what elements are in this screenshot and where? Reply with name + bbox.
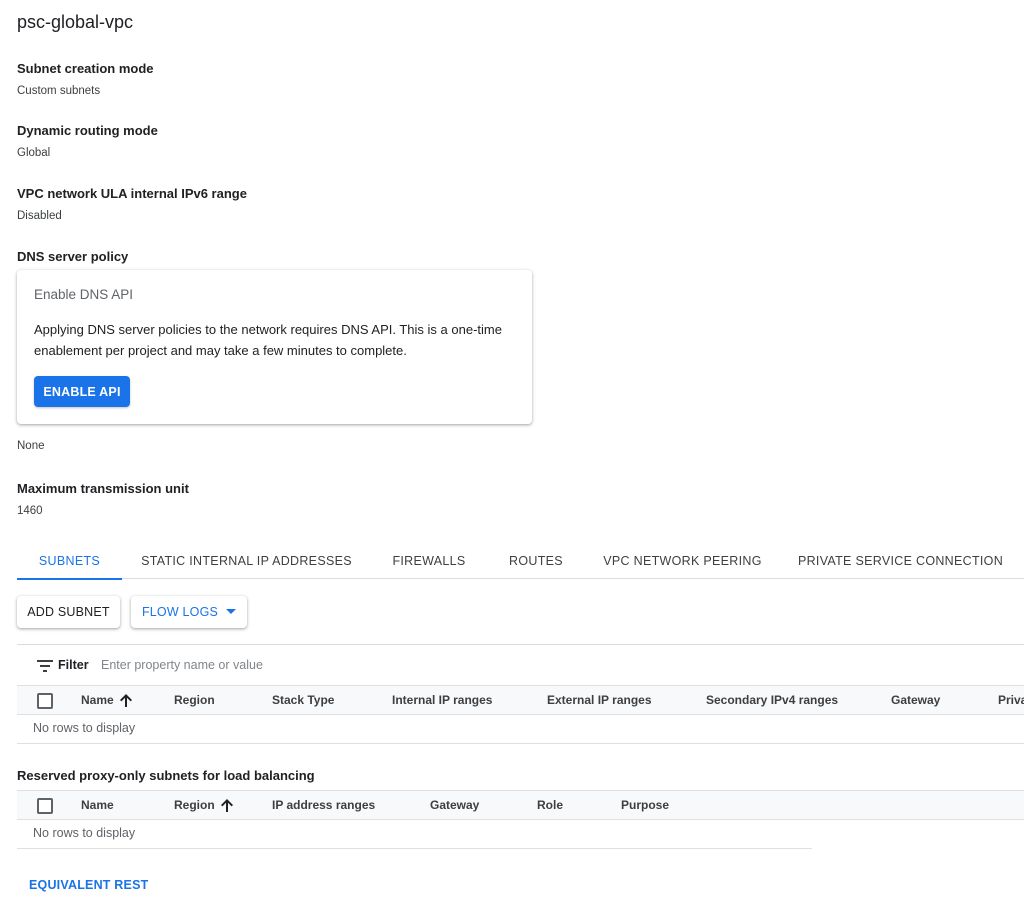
ula-ipv6-value: Disabled: [17, 210, 62, 222]
filter-lines-icon: [37, 660, 53, 672]
network-tabs: SUBNETS STATIC INTERNAL IP ADDRESSES FIR…: [17, 543, 1024, 580]
subnets-empty-row: No rows to display: [17, 714, 1024, 744]
enable-api-button[interactable]: ENABLE API: [34, 376, 130, 407]
tab-static-internal-ip-addresses[interactable]: STATIC INTERNAL IP ADDRESSES: [134, 543, 359, 579]
column-external-ip-ranges[interactable]: External IP ranges: [547, 686, 652, 714]
arrow-up-icon: [220, 798, 233, 812]
proxy-column-ip-address-ranges[interactable]: IP address ranges: [272, 791, 375, 819]
column-name-label: Name: [81, 693, 114, 707]
filter-bar: Filter: [17, 644, 1024, 686]
tab-subnets[interactable]: SUBNETS: [17, 543, 122, 580]
mtu-label: Maximum transmission unit: [17, 481, 189, 496]
proxy-column-name[interactable]: Name: [81, 791, 114, 819]
column-stack-type[interactable]: Stack Type: [272, 686, 334, 714]
subnet-mode-label: Subnet creation mode: [17, 61, 154, 76]
ula-ipv6-label: VPC network ULA internal IPv6 range: [17, 186, 247, 201]
page-title: psc-global-vpc: [17, 12, 134, 32]
select-all-checkbox[interactable]: [37, 693, 53, 709]
proxy-column-role[interactable]: Role: [537, 791, 563, 819]
filter-input[interactable]: [101, 654, 501, 676]
tab-firewalls[interactable]: FIREWALLS: [377, 543, 481, 579]
filter-label: Filter: [58, 658, 89, 672]
vpc-network-details-page: psc-global-vpc Subnet creation mode Cust…: [0, 0, 1024, 900]
subnet-mode-value: Custom subnets: [17, 85, 101, 97]
column-secondary-ipv4-ranges[interactable]: Secondary IPv4 ranges: [706, 686, 838, 714]
enable-dns-api-card: Enable DNS API Applying DNS server polic…: [17, 270, 532, 424]
tab-private-service-connection[interactable]: PRIVATE SERVICE CONNECTION: [788, 543, 1013, 579]
dns-policy-value: None: [17, 440, 45, 452]
column-name[interactable]: Name: [81, 686, 132, 714]
arrow-up-icon: [119, 693, 132, 707]
add-subnet-button[interactable]: ADD SUBNET: [17, 596, 120, 628]
subnets-table-header: Name Region Stack Type Internal IP range…: [17, 685, 1024, 715]
routing-mode-value: Global: [17, 147, 51, 159]
proxy-table-header: Name Region IP address ranges Gateway Ro…: [17, 790, 1024, 820]
proxy-empty-text: No rows to display: [33, 826, 136, 840]
subnet-mode-field: Subnet creation mode Custom subnets: [17, 61, 154, 97]
column-region[interactable]: Region: [174, 686, 215, 714]
column-gateway[interactable]: Gateway: [891, 686, 940, 714]
proxy-column-region-label: Region: [174, 798, 215, 812]
proxy-column-gateway[interactable]: Gateway: [430, 791, 479, 819]
proxy-column-purpose[interactable]: Purpose: [621, 791, 669, 819]
dns-policy-label: DNS server policy: [17, 249, 129, 264]
proxy-column-region[interactable]: Region: [174, 791, 233, 819]
subnets-empty-text: No rows to display: [33, 721, 136, 735]
dns-card-text: Applying DNS server policies to the netw…: [34, 322, 502, 358]
mtu-value: 1460: [17, 505, 43, 517]
tab-vpc-network-peering[interactable]: VPC NETWORK PEERING: [595, 543, 770, 579]
routing-mode-label: Dynamic routing mode: [17, 123, 158, 138]
proxy-empty-row: No rows to display: [17, 819, 812, 849]
dns-policy-field: DNS server policy: [17, 249, 128, 264]
dns-policy-value-field: None: [17, 436, 45, 452]
column-private-access[interactable]: Priva: [998, 686, 1024, 714]
ula-ipv6-field: VPC network ULA internal IPv6 range Disa…: [17, 186, 247, 222]
flow-logs-label: FLOW LOGS: [141, 605, 219, 619]
mtu-field: Maximum transmission unit 1460: [17, 481, 189, 517]
dns-card-title: Enable DNS API: [34, 287, 134, 302]
flow-logs-button[interactable]: FLOW LOGS: [131, 596, 247, 628]
equivalent-rest-link[interactable]: EQUIVALENT REST: [29, 878, 148, 892]
proxy-select-all-checkbox[interactable]: [37, 798, 53, 814]
caret-down-icon: [226, 609, 237, 614]
tab-routes[interactable]: ROUTES: [495, 543, 577, 579]
column-internal-ip-ranges[interactable]: Internal IP ranges: [392, 686, 492, 714]
routing-mode-field: Dynamic routing mode Global: [17, 123, 158, 159]
proxy-subnets-section-title: Reserved proxy-only subnets for load bal…: [17, 768, 315, 783]
